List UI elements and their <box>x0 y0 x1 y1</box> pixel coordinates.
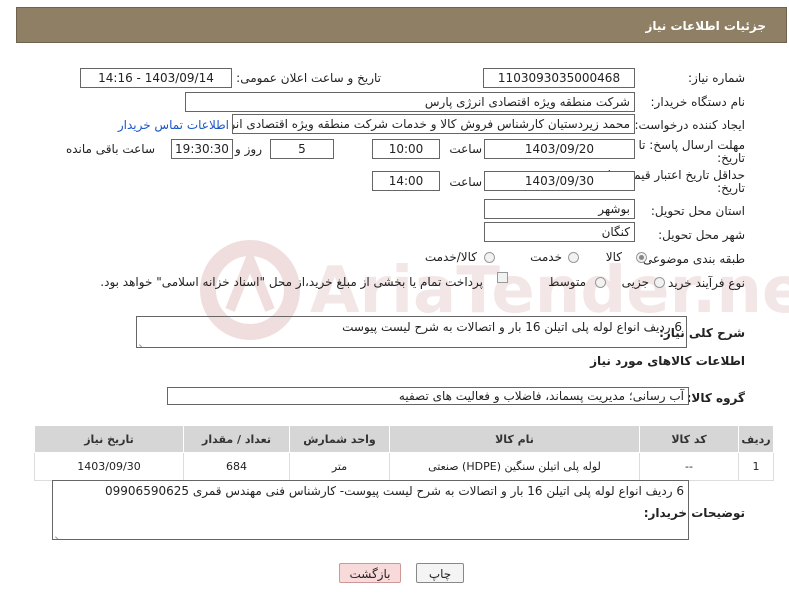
column-header-unit: واحد شمارش <box>289 425 390 453</box>
cell-name: لوله پلی اتیلن سنگین (HDPE) صنعتی <box>389 452 640 481</box>
resize-handle-icon[interactable] <box>139 337 147 345</box>
print-button[interactable]: چاپ <box>416 563 464 583</box>
category-radio-goods[interactable] <box>636 252 647 263</box>
validity-date-label: تاریخ: <box>717 181 745 195</box>
validity-time-field[interactable]: 14:00 <box>372 171 440 191</box>
remaining-time-field[interactable]: 19:30:30 <box>171 139 233 159</box>
days-field[interactable]: 5 <box>270 139 334 159</box>
category-option-goods: کالا <box>605 250 622 264</box>
goods-section-title: اطلاعات کالاهای مورد نیاز <box>590 354 745 368</box>
creator-field[interactable]: محمد زیردستیان کارشناس فروش کالا و خدمات… <box>232 114 635 134</box>
column-header-row-number: ردیف <box>738 425 774 453</box>
column-header-need-date: تاریخ نیاز <box>34 425 184 453</box>
announce-label: تاریخ و ساعت اعلان عمومی: <box>236 71 381 85</box>
category-radio-both[interactable] <box>484 252 495 263</box>
category-option-both: کالا/خدمت <box>424 250 477 264</box>
column-header-quantity: تعداد / مقدار <box>183 425 290 453</box>
buyer-notes-field[interactable]: 6 ردیف انواع لوله پلی اتیلن 16 بار و اتص… <box>52 480 689 540</box>
announce-field[interactable]: 1403/09/14 - 14:16 <box>80 68 232 88</box>
creator-label: ایجاد کننده درخواست: <box>634 118 745 132</box>
process-radio-minor[interactable] <box>654 277 665 288</box>
description-text: 6 ردیف انواع لوله پلی اتیلن 16 بار و اتص… <box>342 320 682 334</box>
table-header-row: ردیف کد کالا نام کالا واحد شمارش تعداد /… <box>34 425 774 453</box>
cell-quantity: 684 <box>183 452 290 481</box>
table-row[interactable]: 1 -- لوله پلی اتیلن سنگین (HDPE) صنعتی م… <box>34 452 774 481</box>
cell-row-number: 1 <box>738 452 774 481</box>
deadline-time-label: ساعت <box>449 142 482 156</box>
resize-handle-icon[interactable] <box>55 529 63 537</box>
goods-table: ردیف کد کالا نام کالا واحد شمارش تعداد /… <box>34 425 774 481</box>
deadline-date-label: تاریخ: <box>717 151 745 165</box>
need-number-field[interactable]: 1103093035000468 <box>483 68 635 88</box>
category-label: طبقه بندی موضوعی: <box>638 252 745 266</box>
column-header-name: نام کالا <box>389 425 640 453</box>
treasury-checkbox[interactable] <box>497 272 508 283</box>
category-option-service: خدمت <box>530 250 562 264</box>
need-number-label: شماره نیاز: <box>688 71 745 85</box>
province-label: استان محل تحویل: <box>650 204 745 218</box>
contact-buyer-link[interactable]: اطلاعات تماس خریدار <box>118 118 229 132</box>
process-radio-medium[interactable] <box>595 277 606 288</box>
deadline-label: مهلت ارسال پاسخ: تا <box>638 138 745 152</box>
cell-need-date: 1403/09/30 <box>34 452 184 481</box>
city-label: شهر محل تحویل: <box>658 228 745 242</box>
process-option-minor: جزیی <box>621 275 649 289</box>
goods-group-label: گروه کالا: <box>686 391 745 405</box>
province-field[interactable]: بوشهر <box>484 199 635 219</box>
city-field[interactable]: کنگان <box>484 222 635 242</box>
remaining-label: ساعت باقی مانده <box>65 142 155 156</box>
goods-group-field[interactable]: آب رسانی؛ مدیریت پسماند، فاضلاب و فعالیت… <box>167 387 689 405</box>
description-field[interactable]: 6 ردیف انواع لوله پلی اتیلن 16 بار و اتص… <box>136 316 687 348</box>
column-header-code: کد کالا <box>639 425 739 453</box>
validity-time-label: ساعت <box>449 175 482 189</box>
buyer-notes-text: 6 ردیف انواع لوله پلی اتیلن 16 بار و اتص… <box>105 484 684 498</box>
payment-note: پرداخت تمام یا بخشی از مبلغ خرید،از محل … <box>100 275 483 289</box>
cell-code: -- <box>639 452 739 481</box>
validity-date-field[interactable]: 1403/09/30 <box>484 171 635 191</box>
page-title: جزئیات اطلاعات نیاز <box>16 7 787 43</box>
process-option-medium: متوسط <box>548 275 586 289</box>
cell-unit: متر <box>289 452 390 481</box>
back-button[interactable]: بازگشت <box>339 563 401 583</box>
deadline-time-field[interactable]: 10:00 <box>372 139 440 159</box>
buyer-field[interactable]: شرکت منطقه ویژه اقتصادی انرژی پارس <box>185 92 635 112</box>
process-label: نوع فرآیند خرید : <box>660 276 745 290</box>
category-radio-service[interactable] <box>568 252 579 263</box>
days-label: روز و <box>235 142 262 156</box>
deadline-date-field[interactable]: 1403/09/20 <box>484 139 635 159</box>
buyer-label: نام دستگاه خریدار: <box>650 95 746 109</box>
